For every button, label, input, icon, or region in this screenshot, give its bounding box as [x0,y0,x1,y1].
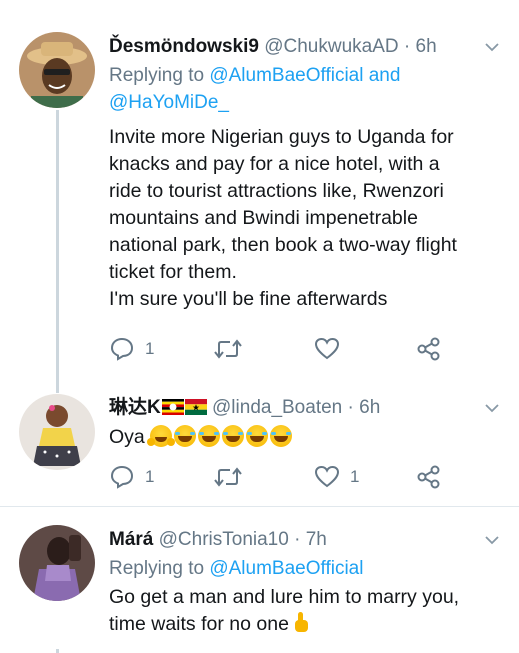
display-name[interactable]: Márá [109,529,153,550]
avatar[interactable] [19,525,95,601]
like-button[interactable]: 1 [314,463,359,491]
tweet-text-line: mountains and Bwindi impenetrable [109,207,418,229]
thread-line [56,110,59,393]
chevron-down-icon[interactable] [485,535,499,547]
share-button[interactable] [416,335,442,363]
replying-and: and [368,65,401,86]
tweet-text-fragment: time waits for no one [109,613,289,635]
tweet-header: 琳达K @linda_Boaten · 6h [109,396,380,420]
timestamp[interactable]: 6h [359,397,380,418]
tweet-text-word: Oya [109,426,145,448]
tweet-text: Oya [109,424,504,451]
tweet-actions: 1 1 [109,463,449,491]
tweet-text-line: Invite more Nigerian guys to Uganda for [109,126,454,148]
replying-prefix: Replying to [109,65,205,86]
tweet-text: Go get a man and lure him to marry you, … [109,584,504,638]
tweet-3[interactable]: Márá @ChrisTonia10 · 7h Replying to @Alu… [0,507,519,653]
hugging-face-emoji [147,425,173,447]
share-icon [416,337,442,361]
reply-icon [109,337,135,361]
reply-count: 1 [145,339,155,358]
user-handle[interactable]: @ChukwukaAD [264,36,398,57]
rofl-emoji [270,425,293,447]
chevron-down-icon[interactable] [485,42,499,54]
rofl-emoji [222,425,245,447]
separator-dot: · [347,397,354,418]
tweet-1[interactable]: Ďesmöndowski9 @ChukwukaAD · 6h Replying … [0,0,519,393]
tweet-2[interactable]: 琳达K @linda_Boaten · 6h Oya 1 1 [0,388,519,504]
retweet-button[interactable] [213,463,253,491]
user-handle[interactable]: @ChrisTonia10 [159,529,289,550]
tweet-header: Ďesmöndowski9 @ChukwukaAD · 6h [109,35,437,59]
rofl-emoji [246,425,269,447]
thread-line [56,649,59,653]
tweet-header: Márá @ChrisTonia10 · 7h [109,528,327,552]
share-icon [416,465,442,489]
retweet-icon [213,338,243,360]
mention-link[interactable]: @AlumBaeOfficial [209,65,363,86]
like-icon [314,465,340,489]
timestamp[interactable]: 6h [416,36,437,57]
reply-icon [109,465,135,489]
tweet-text-line: time waits for no one [109,611,504,638]
tweet-text: Invite more Nigerian guys to Uganda for … [109,124,504,313]
tweet-text-line: ride to tourist attractions like, Rwenzo… [109,180,444,202]
rofl-emoji [174,425,197,447]
chevron-down-icon[interactable] [485,403,499,415]
replying-prefix: Replying to [109,558,205,579]
like-count: 1 [350,467,360,486]
like-button[interactable] [314,335,350,363]
timestamp[interactable]: 7h [306,529,327,550]
retweet-icon [213,466,243,488]
replying-to: Replying to @AlumBaeOfficial [109,556,363,582]
tweet-text-line: I'm sure you'll be fine afterwards [109,288,388,310]
reply-button[interactable]: 1 [109,335,154,363]
reply-count: 1 [145,467,155,486]
tweet-text-line: ticket for them. [109,261,237,283]
pointing-up-emoji [293,611,309,633]
mention-link[interactable]: @AlumBaeOfficial [209,558,363,579]
display-name[interactable]: 琳达K [109,397,161,418]
ghana-flag-icon [184,398,207,415]
tweet-text-line: knacks and pay for a nice hotel, with a [109,153,440,175]
replying-to-line-2: @HaYoMiDe_ [109,90,229,116]
separator-dot: · [403,36,411,57]
avatar[interactable] [19,394,95,470]
like-icon [314,337,340,361]
user-handle[interactable]: @linda_Boaten [212,397,342,418]
tweet-text-line: national park, then book a two-way fligh… [109,234,457,256]
separator-dot: · [294,529,301,550]
avatar[interactable] [19,32,95,108]
tweet-text-line: Go get a man and lure him to marry you, [109,586,460,608]
tweet-actions: 1 [109,335,449,363]
uganda-flag-icon [161,398,184,415]
display-name[interactable]: Ďesmöndowski9 [109,36,259,57]
retweet-button[interactable] [213,335,253,363]
reply-button[interactable]: 1 [109,463,154,491]
share-button[interactable] [416,463,442,491]
replying-to: Replying to @AlumBaeOfficial and [109,63,400,89]
mention-link[interactable]: @HaYoMiDe_ [109,92,229,113]
rofl-emoji [198,425,221,447]
